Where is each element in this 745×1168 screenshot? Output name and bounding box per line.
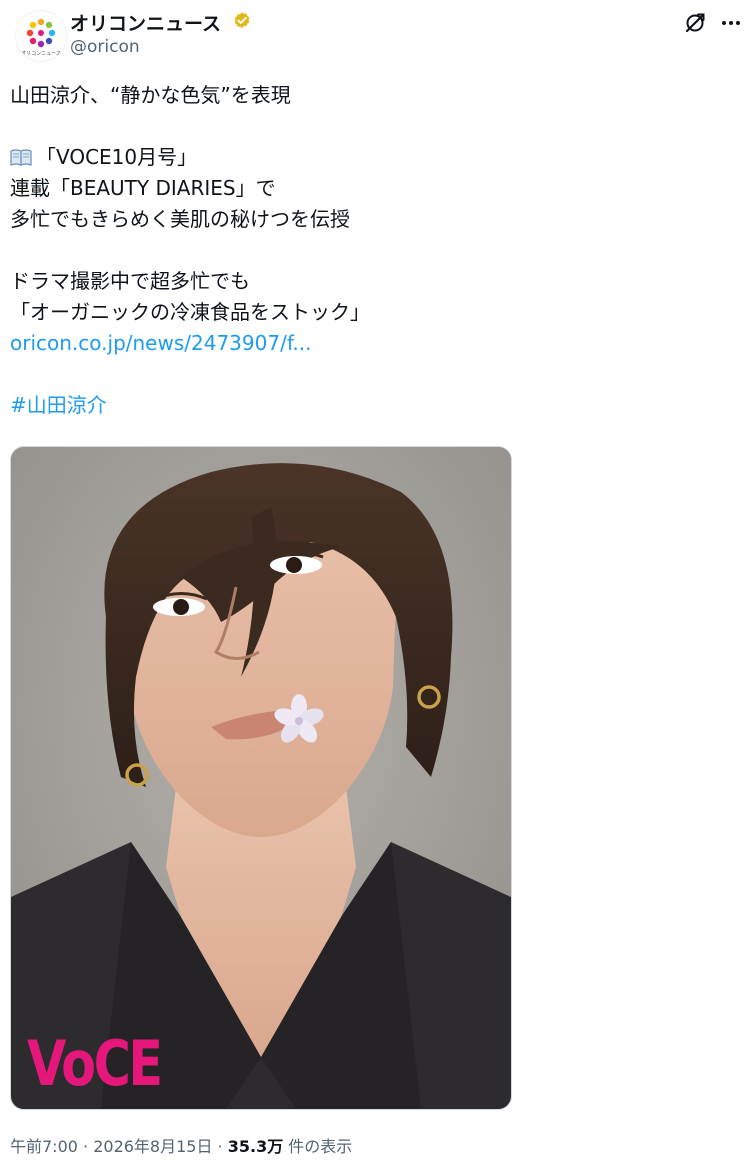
tweet-link[interactable]: oricon.co.jp/news/2473907/f... (10, 328, 730, 359)
tweet-date[interactable]: 2026年8月15日 (93, 1137, 212, 1156)
more-icon[interactable] (719, 11, 743, 35)
portrait-illustration (11, 447, 511, 1109)
tweet-time[interactable]: 午前7:00 (10, 1137, 78, 1156)
open-book-icon (10, 149, 32, 166)
hashtag-link[interactable]: #山田涼介 (10, 390, 730, 421)
tweet-line-1: 山田涼介、“静かな色気”を表現 (10, 83, 291, 107)
avatar[interactable]: オリコンニュース (15, 10, 67, 62)
handle[interactable]: @oricon (70, 37, 140, 57)
tweet-line-2: 「VOCE10月号」 (10, 142, 730, 173)
tweet-text: 山田涼介、“静かな色気”を表現 「VOCE10月号」 連載「BEAUTY DIA… (10, 80, 730, 421)
display-name[interactable]: オリコンニュース (70, 9, 221, 36)
avatar-text: オリコンニュース (21, 51, 61, 57)
tweet-meta: 午前7:00 · 2026年8月15日 · 35.3万 件の表示 (10, 1133, 352, 1157)
tweet-line-3: 連載「BEAUTY DIARIES」で (10, 176, 276, 200)
meta-separator: · (212, 1137, 228, 1156)
oricon-logo: オリコンニュース (21, 18, 61, 57)
view-count[interactable]: 35.3万 (228, 1137, 283, 1156)
tweet-line-4: 多忙でもきらめく美肌の秘けつを伝授 (10, 207, 350, 231)
tweet-line-5: ドラマ撮影中で超多忙でも (10, 269, 250, 293)
tweet-line-6: 「オーガニックの冷凍食品をストック」 (10, 300, 370, 324)
verified-badge-icon (234, 12, 250, 29)
tweet-line-2-text: 「VOCE10月号」 (36, 145, 198, 169)
tweet-header: オリコンニュース オリコンニュース @oricon (10, 8, 740, 62)
tweet-photo[interactable]: VoCE (10, 446, 512, 1110)
meta-separator: · (77, 1137, 94, 1156)
view-count-label: 件の表示 (283, 1137, 353, 1156)
magazine-logo: VoCE (27, 1027, 163, 1100)
grok-icon[interactable] (683, 11, 707, 35)
